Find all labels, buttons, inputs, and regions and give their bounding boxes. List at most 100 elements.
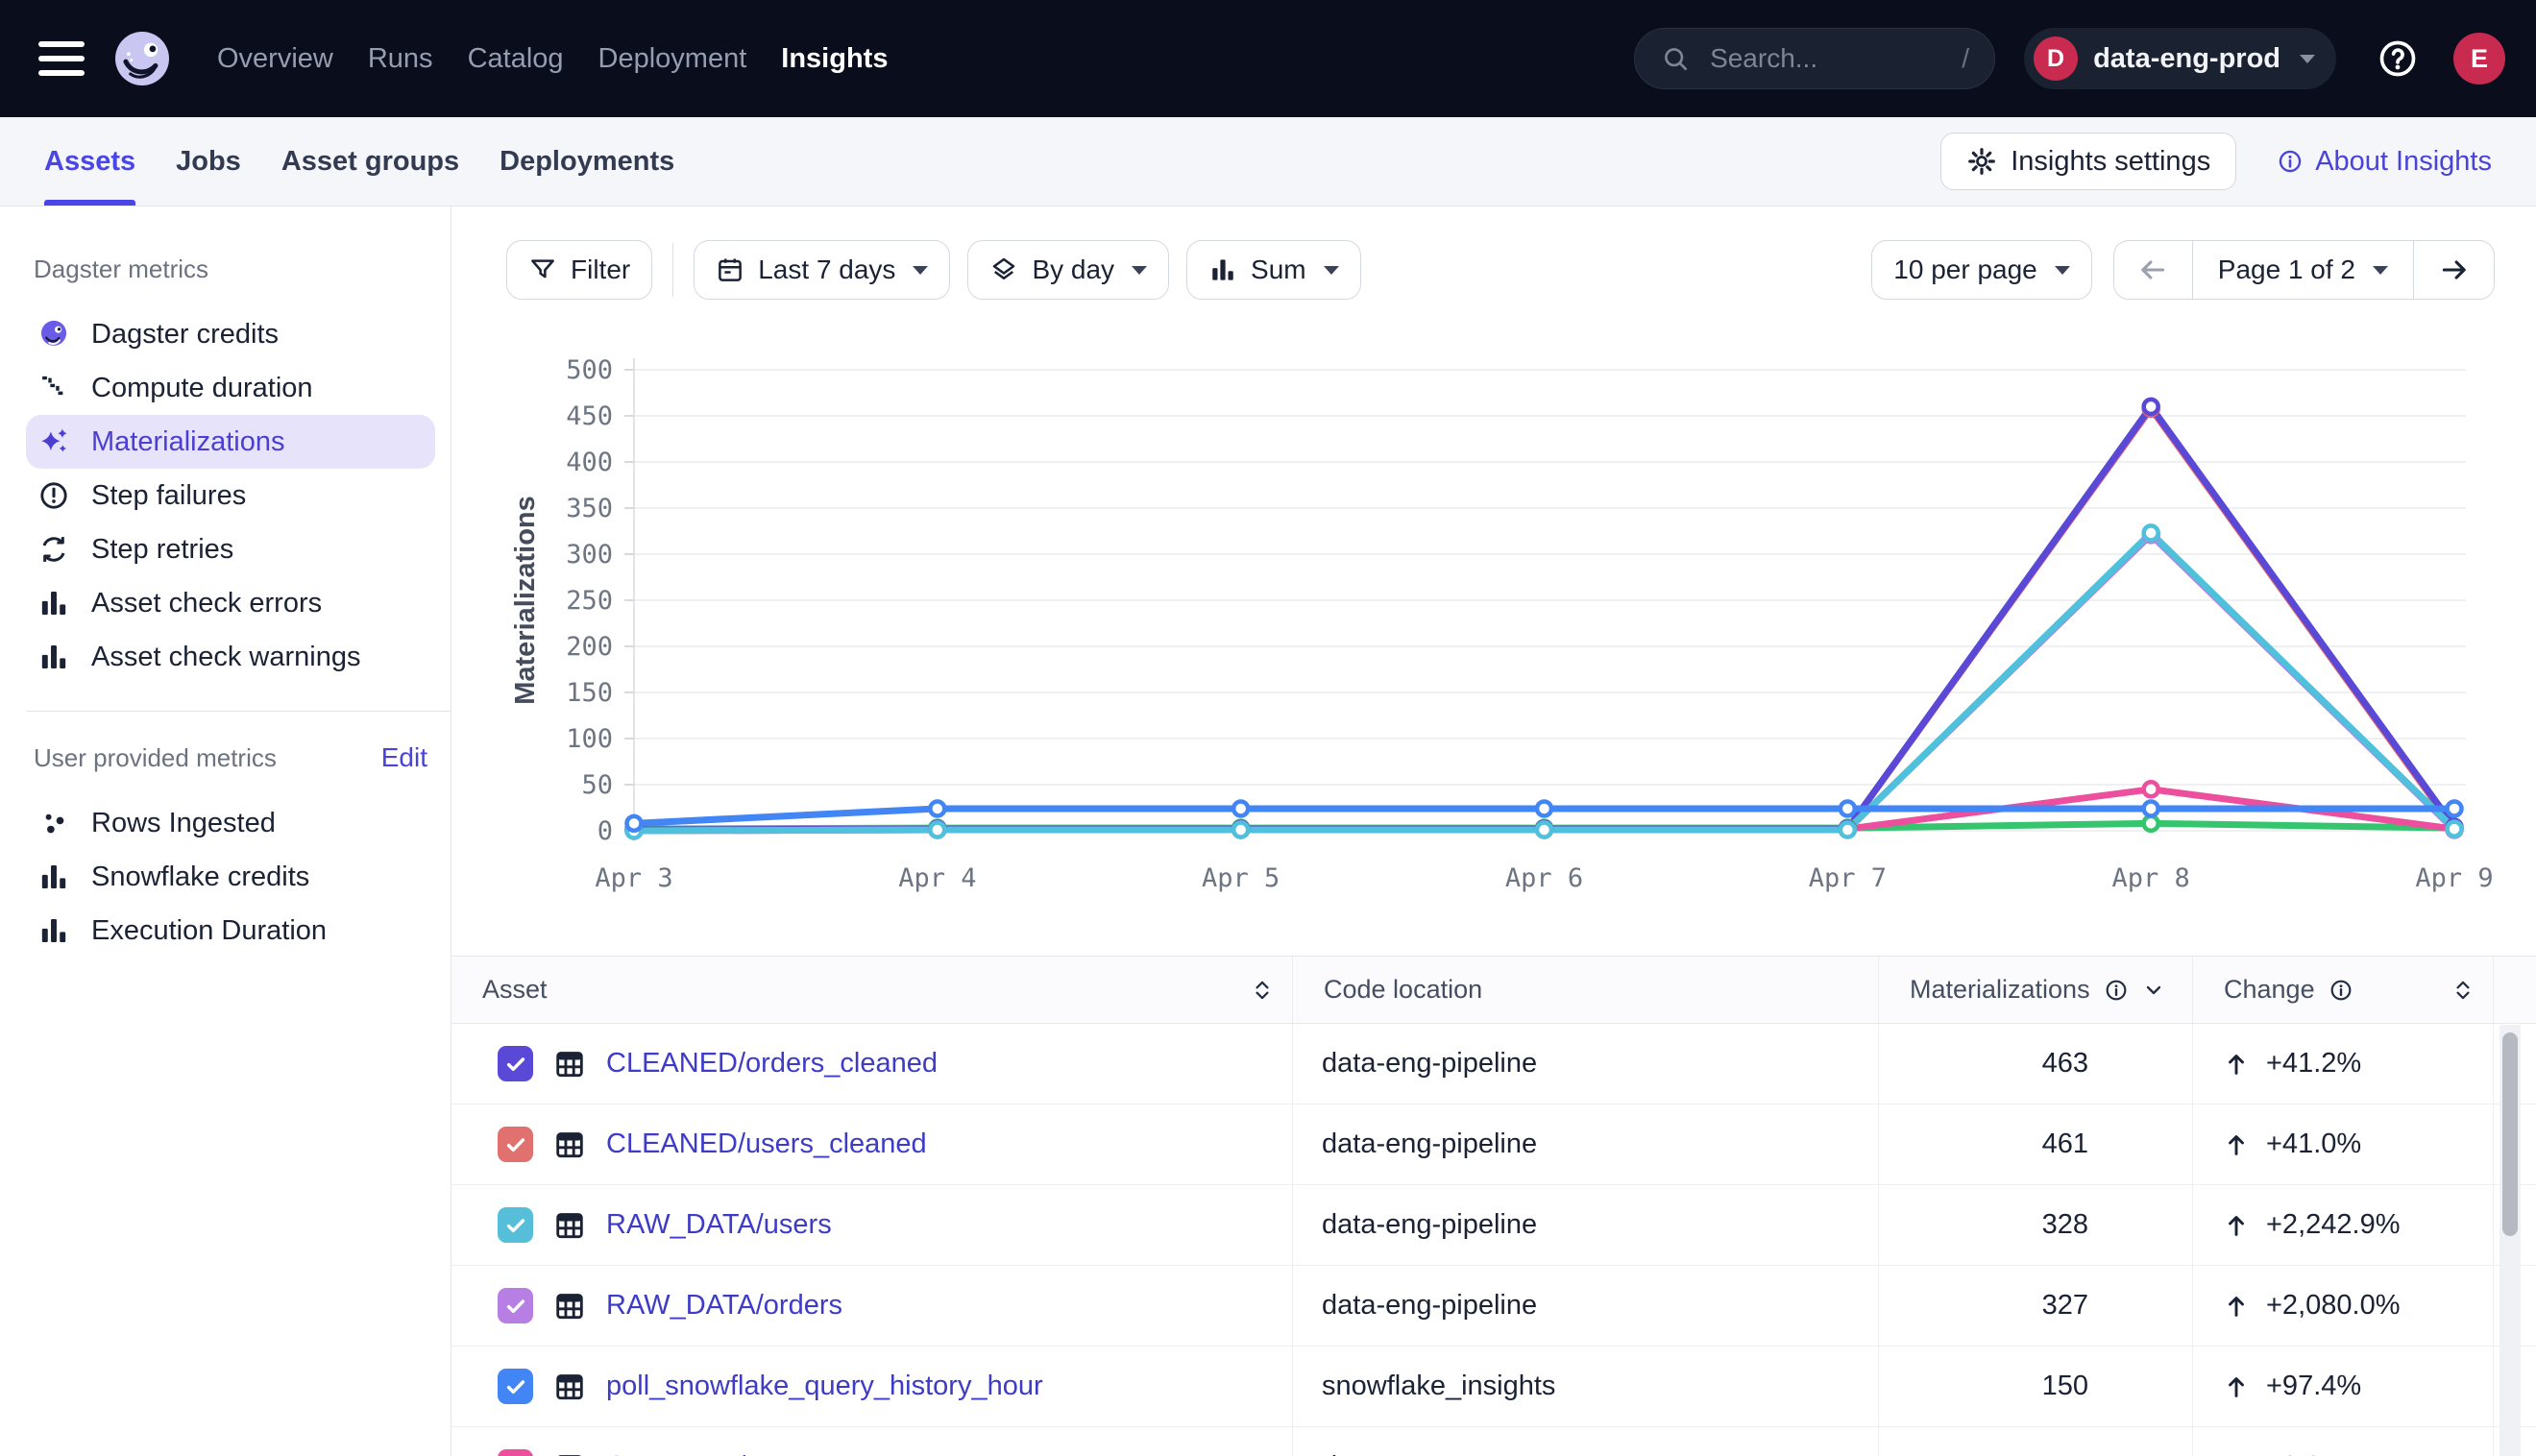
nav-item-deployment[interactable]: Deployment — [598, 43, 747, 75]
octopus-icon — [37, 318, 70, 351]
grid-icon — [552, 1289, 587, 1323]
sparkle-icon — [37, 425, 70, 458]
tab-deployments[interactable]: Deployments — [500, 117, 674, 206]
sidebar-item-asset-check-errors[interactable]: Asset check errors — [26, 576, 435, 630]
search-box[interactable]: / — [1634, 28, 1995, 89]
about-insights-link[interactable]: About Insights — [2277, 146, 2492, 178]
tab-assets[interactable]: Assets — [44, 117, 135, 206]
svg-text:0: 0 — [597, 816, 613, 846]
insights-content: Filter Last 7 days By day Sum — [451, 206, 2536, 1456]
insights-tabs: Assets Jobs Asset groups Deployments — [44, 117, 674, 206]
user-metrics-section-title: User provided metrics — [34, 743, 277, 773]
code-location-cell: data-eng-pipeline — [1292, 1266, 1878, 1346]
sidebar-item-asset-check-warnings[interactable]: Asset check warnings — [26, 630, 435, 684]
arrow-right-icon — [2438, 254, 2471, 286]
sidebar-item-dagster-credits[interactable]: Dagster credits — [26, 307, 435, 361]
nav-item-overview[interactable]: Overview — [217, 43, 333, 75]
top-navbar: OverviewRunsCatalogDeploymentInsights / … — [0, 0, 2536, 117]
sidebar-item-compute-duration[interactable]: Compute duration — [26, 361, 435, 415]
nav-item-catalog[interactable]: Catalog — [468, 43, 564, 75]
page-indicator-button[interactable]: Page 1 of 2 — [2193, 241, 2413, 299]
svg-text:50: 50 — [581, 770, 613, 800]
avatar[interactable]: E — [2453, 33, 2505, 85]
nav-item-insights[interactable]: Insights — [781, 43, 888, 75]
filter-icon — [528, 255, 557, 284]
dots-icon — [37, 807, 70, 839]
bars-icon — [37, 587, 70, 619]
asset-link[interactable]: RAW_DATA/orders — [606, 1290, 842, 1322]
edit-metrics-link[interactable]: Edit — [381, 742, 427, 773]
column-header-asset[interactable]: Asset — [451, 957, 1292, 1023]
dagster-logo-icon[interactable] — [111, 28, 173, 89]
svg-text:400: 400 — [566, 448, 613, 477]
sidebar-item-materializations[interactable]: Materializations — [26, 415, 435, 469]
row-checkbox[interactable] — [498, 1127, 533, 1162]
insights-settings-label: Insights settings — [2011, 146, 2210, 178]
materializations-cell: 327 — [1878, 1266, 2192, 1346]
svg-text:Apr 9: Apr 9 — [2415, 863, 2493, 893]
help-icon[interactable] — [2377, 37, 2419, 80]
change-cell: +2,3… — [2192, 1427, 2493, 1456]
org-switcher[interactable]: D data-eng-prod — [2024, 28, 2336, 89]
dagster-metrics-list: Dagster creditsCompute durationMateriali… — [26, 307, 435, 684]
table-row: poll_snowflake_query_history_hour snowfl… — [451, 1347, 2536, 1427]
row-checkbox[interactable] — [498, 1046, 533, 1081]
tab-asset-groups[interactable]: Asset groups — [281, 117, 459, 206]
search-input[interactable] — [1708, 42, 1944, 75]
org-name: data-eng-prod — [2093, 43, 2280, 75]
nav-item-runs[interactable]: Runs — [368, 43, 433, 75]
check-icon — [503, 1052, 528, 1077]
row-checkbox[interactable] — [498, 1449, 533, 1456]
tab-jobs[interactable]: Jobs — [176, 117, 241, 206]
aggregate-button[interactable]: Sum — [1186, 240, 1361, 300]
arrow-left-icon — [2136, 254, 2169, 286]
dagster-metrics-section-title: Dagster metrics — [34, 255, 435, 284]
sidebar-item-execution-duration[interactable]: Execution Duration — [26, 904, 435, 958]
change-cell: +2,242.9% — [2192, 1185, 2493, 1265]
arrowup-icon — [2222, 1211, 2251, 1240]
hamburger-menu-icon[interactable] — [38, 41, 85, 76]
row-checkbox[interactable] — [498, 1207, 533, 1243]
primary-nav: Overview Runs Catalog Deployment Insights — [217, 43, 888, 75]
prev-page-button[interactable] — [2114, 241, 2193, 299]
table-row: CLEANED/… data-eng-… 47 +2,3… — [451, 1427, 2536, 1456]
user-metrics-list: Rows IngestedSnowflake creditsExecution … — [26, 796, 435, 958]
column-header-materializations[interactable]: Materializations — [1878, 957, 2192, 1023]
asset-link[interactable]: CLEANED/… — [606, 1451, 773, 1456]
asset-link[interactable]: RAW_DATA/users — [606, 1209, 832, 1241]
sidebar-item-snowflake-credits[interactable]: Snowflake credits — [26, 850, 435, 904]
retry-icon — [37, 533, 70, 566]
asset-link[interactable]: poll_snowflake_query_history_hour — [606, 1371, 1043, 1402]
svg-text:Apr 4: Apr 4 — [898, 863, 976, 893]
svg-text:Apr 3: Apr 3 — [595, 863, 672, 893]
svg-text:250: 250 — [566, 586, 613, 616]
layers-icon — [989, 255, 1018, 284]
grid-icon — [552, 1208, 587, 1243]
chevron-down-icon — [2300, 55, 2315, 63]
change-cell: +2,080.0% — [2192, 1266, 2493, 1346]
row-checkbox[interactable] — [498, 1369, 533, 1404]
change-cell: +41.2% — [2192, 1024, 2493, 1104]
insights-tabbar: Assets Jobs Asset groups Deployments Insigh… — [0, 117, 2536, 206]
asset-link[interactable]: CLEANED/users_cleaned — [606, 1128, 927, 1160]
per-page-button[interactable]: 10 per page — [1871, 240, 2091, 300]
sidebar-item-step-failures[interactable]: Step failures — [26, 469, 435, 522]
row-checkbox[interactable] — [498, 1288, 533, 1323]
insights-settings-button[interactable]: Insights settings — [1940, 133, 2236, 190]
svg-text:450: 450 — [566, 401, 613, 431]
table-row: CLEANED/users_cleaned data-eng-pipeline … — [451, 1104, 2536, 1185]
column-header-change[interactable]: Change — [2192, 957, 2493, 1023]
bar-chart-icon — [1208, 255, 1237, 284]
sidebar-item-step-retries[interactable]: Step retries — [26, 522, 435, 576]
grid-icon — [552, 1370, 587, 1404]
time-range-button[interactable]: Last 7 days — [694, 240, 950, 300]
sidebar-item-rows-ingested[interactable]: Rows Ingested — [26, 796, 435, 850]
filter-button[interactable]: Filter — [506, 240, 652, 300]
sort-icon — [2451, 978, 2475, 1003]
table-scrollbar-track[interactable] — [2499, 1025, 2521, 1456]
group-by-button[interactable]: By day — [967, 240, 1169, 300]
asset-link[interactable]: CLEANED/orders_cleaned — [606, 1048, 938, 1080]
next-page-button[interactable] — [2413, 241, 2494, 299]
arrowup-icon — [2222, 1292, 2251, 1321]
table-scrollbar-thumb[interactable] — [2502, 1032, 2518, 1236]
